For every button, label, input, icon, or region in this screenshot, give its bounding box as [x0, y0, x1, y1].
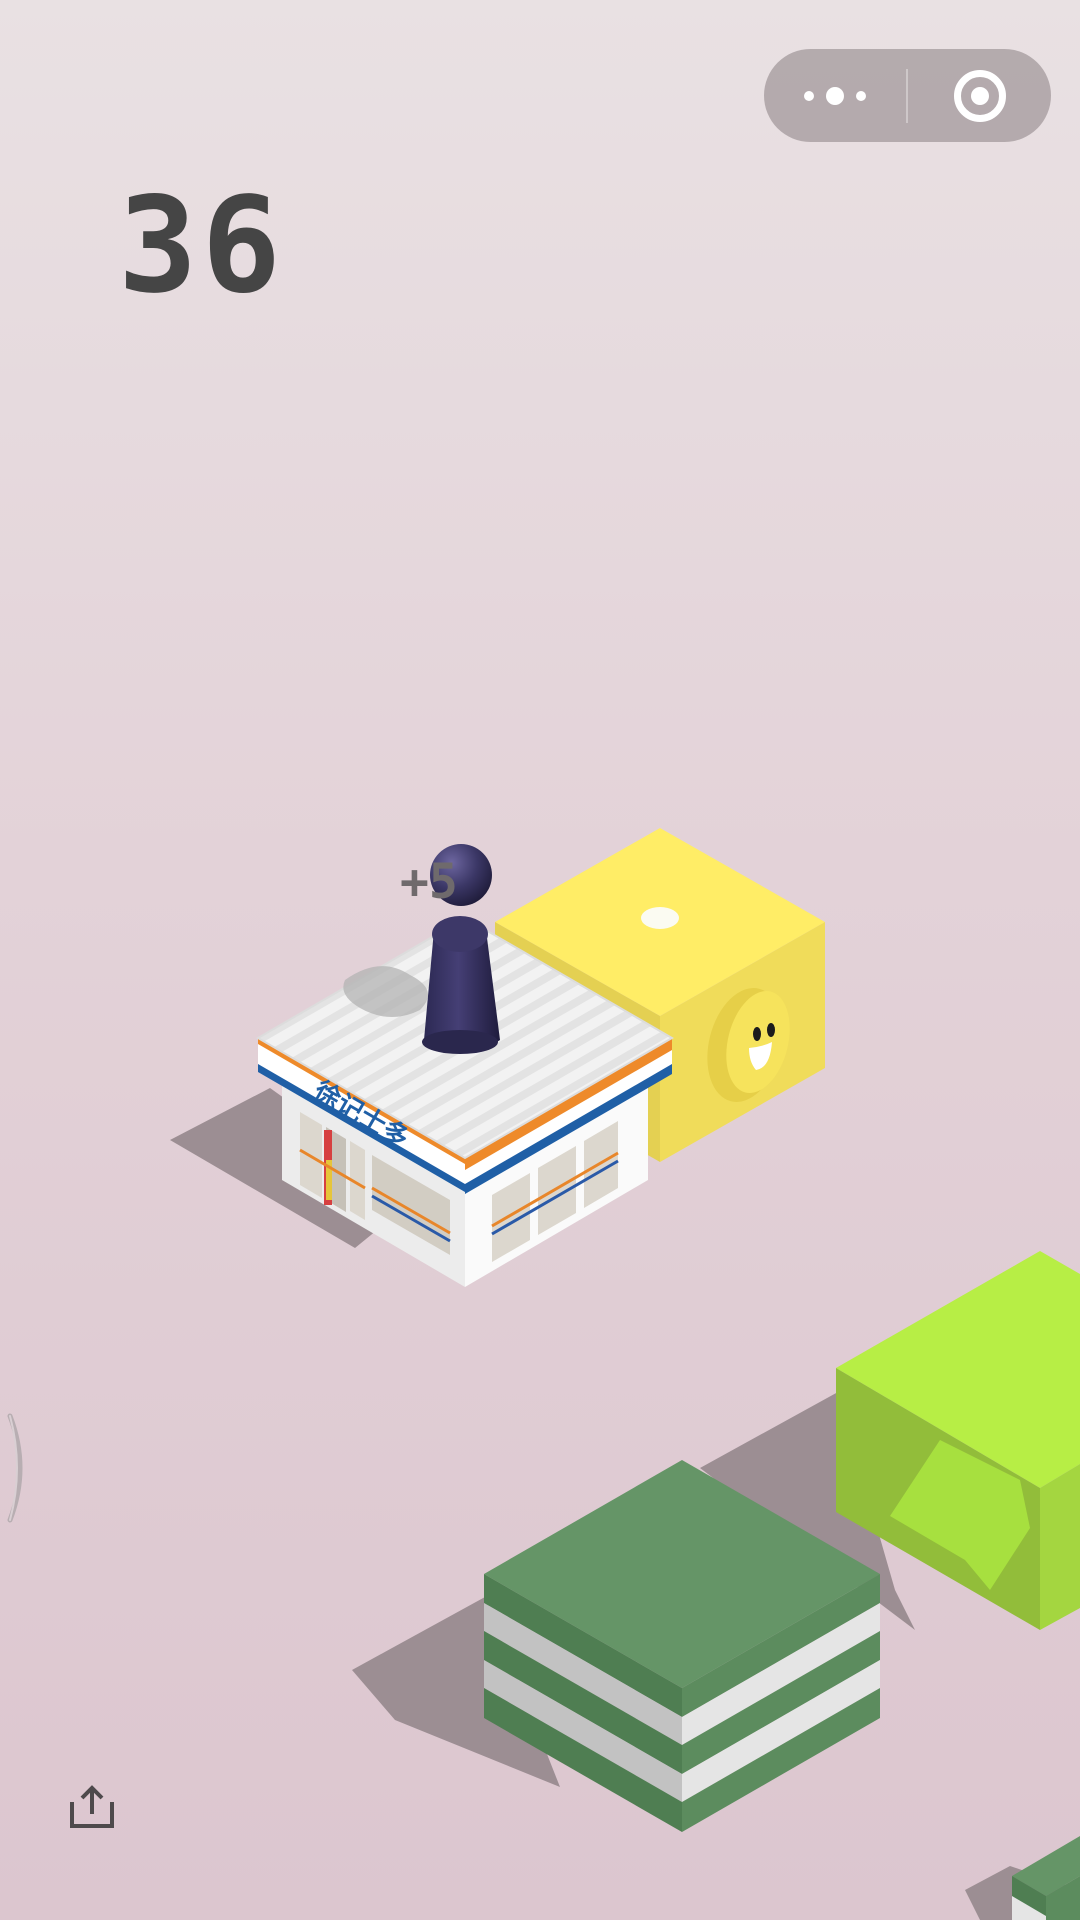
- target-circle-icon[interactable]: [908, 49, 1051, 142]
- score-display: 36: [118, 169, 285, 323]
- close-ring: [953, 69, 1006, 122]
- menu-dot: [856, 90, 866, 101]
- partial-green-block: [1012, 1836, 1080, 1920]
- bonus-points-text: +5: [400, 854, 458, 910]
- edge-swipe-handle[interactable]: [4, 1412, 32, 1524]
- share-icon[interactable]: [66, 1780, 118, 1832]
- more-dots-icon[interactable]: [764, 49, 906, 142]
- menu-dot: [826, 86, 844, 105]
- capsule-menu: [764, 49, 1051, 142]
- menu-dot: [804, 90, 814, 101]
- close-core: [970, 86, 989, 105]
